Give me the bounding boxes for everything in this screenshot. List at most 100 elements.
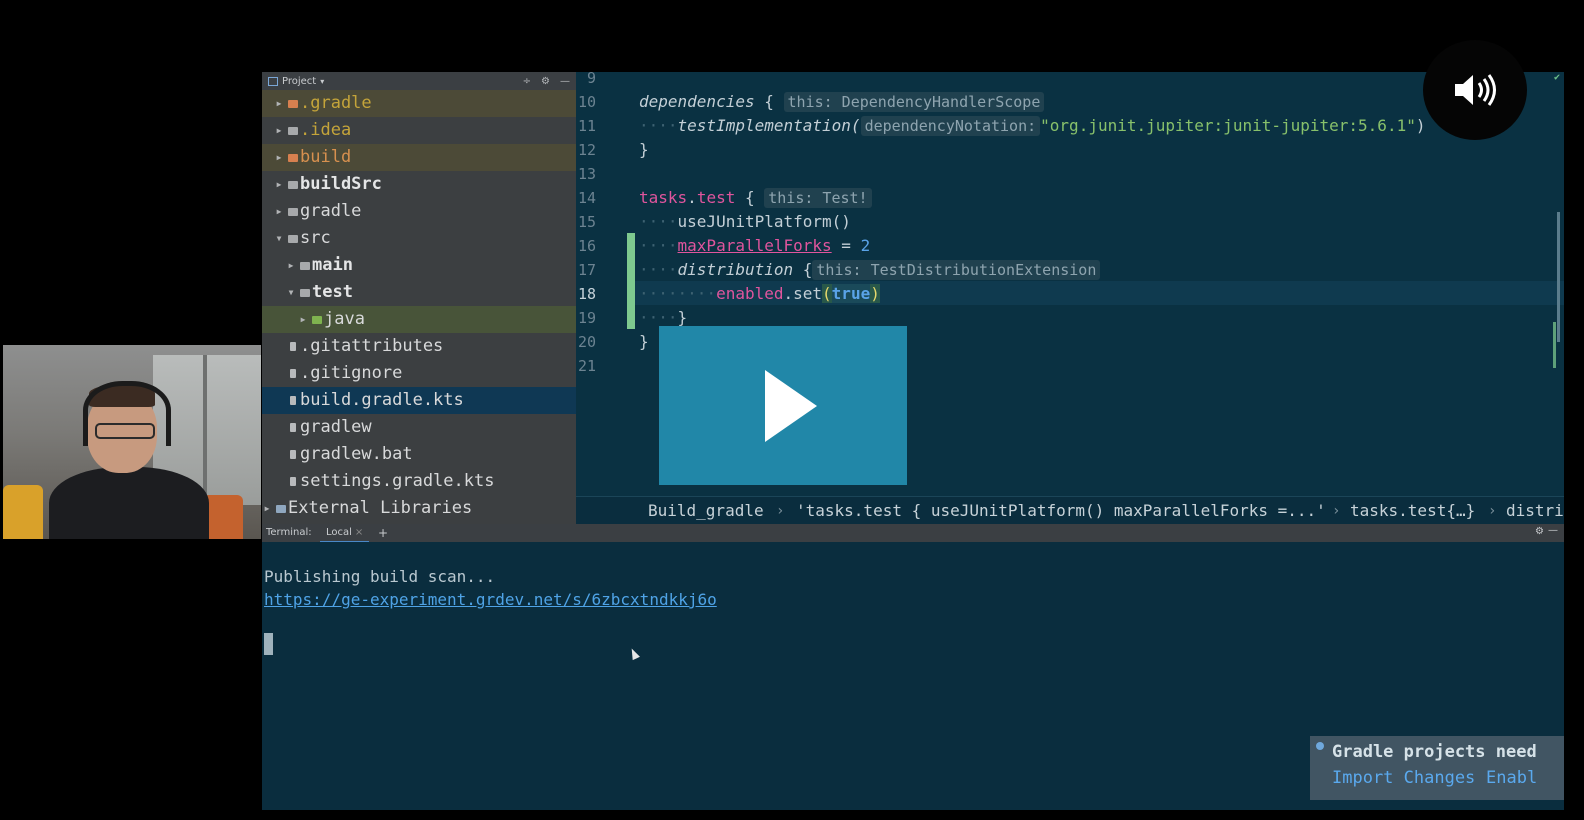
tree-item-label: build.gradle.kts: [300, 390, 464, 410]
minimize-icon[interactable]: —: [1548, 525, 1558, 536]
tree-item-gradlew[interactable]: gradlew: [262, 414, 576, 441]
line-number: 13: [577, 165, 596, 183]
inlay-hint: this: TestDistributionExtension: [812, 260, 1101, 280]
gear-icon[interactable]: ⚙: [1535, 526, 1544, 537]
tree-item-label: build: [300, 147, 352, 167]
tree-item-label: buildSrc: [300, 174, 382, 194]
chevron-right-icon[interactable]: ▶: [262, 495, 272, 522]
breadcrumb-item[interactable]: Build_gradle: [648, 497, 764, 525]
line-number: 17: [577, 261, 596, 279]
info-icon: [1316, 742, 1324, 750]
tree-item-buildsrc[interactable]: ▶ buildSrc: [262, 171, 576, 198]
chevron-right-icon[interactable]: ▶: [286, 252, 296, 279]
code-token: {: [735, 188, 755, 207]
tree-item-gitignore[interactable]: .gitignore: [262, 360, 576, 387]
gear-icon[interactable]: ⚙: [541, 76, 550, 87]
tree-item-gitattributes[interactable]: .gitattributes: [262, 333, 576, 360]
indent-guide: ········: [639, 284, 717, 303]
webcam-window-divider: [203, 355, 207, 505]
chevron-down-icon[interactable]: ▾: [320, 77, 324, 86]
add-tab-button[interactable]: +: [378, 526, 388, 540]
chevron-right-icon[interactable]: ▶: [274, 198, 284, 225]
tree-item-external-libraries[interactable]: ▶ External Libraries: [262, 495, 576, 522]
chevron-right-icon[interactable]: ▶: [274, 144, 284, 171]
breadcrumb-item[interactable]: distri: [1506, 497, 1564, 525]
code-line-17: ····distribution {this: TestDistribution…: [639, 258, 1101, 282]
test-source-folder-icon: [312, 316, 322, 324]
line-number: 12: [577, 141, 596, 159]
volume-button[interactable]: [1423, 40, 1527, 140]
file-icon: [290, 423, 296, 432]
chevron-down-icon[interactable]: ▼: [286, 279, 296, 306]
chevron-right-icon[interactable]: ▶: [274, 117, 284, 144]
code-keyword: true: [831, 284, 871, 303]
import-changes-link[interactable]: Import Changes: [1332, 768, 1475, 788]
collapse-all-icon[interactable]: ÷: [523, 76, 531, 87]
change-marker-stripe[interactable]: [1553, 322, 1556, 368]
library-icon: [276, 505, 286, 513]
tree-item-gradle[interactable]: ▶ gradle: [262, 198, 576, 225]
chevron-right-icon[interactable]: ▶: [274, 90, 284, 117]
breadcrumb-separator: ›: [1488, 503, 1497, 519]
webcam-chair-orange: [203, 495, 243, 539]
tree-item-build[interactable]: ▶ build: [262, 144, 576, 171]
code-token: ): [870, 284, 880, 303]
chevron-right-icon[interactable]: ▶: [274, 171, 284, 198]
folder-orange-icon: [288, 100, 298, 108]
file-icon: [290, 369, 296, 378]
line-number-gutter: 9 10 11 12 13 14 15 16 17 18 19 20 21: [576, 72, 630, 496]
chevron-right-icon[interactable]: ▶: [298, 306, 308, 333]
project-panel-title[interactable]: Project: [282, 76, 316, 87]
indent-guide: ····: [639, 260, 678, 279]
line-number: 19: [577, 309, 596, 327]
tree-item-src[interactable]: ▼ src: [262, 225, 576, 252]
code-token: ): [1415, 116, 1426, 135]
tree-item-label: test: [312, 282, 353, 302]
tree-item-java[interactable]: ▶ java: [262, 306, 576, 333]
breadcrumb-item[interactable]: tasks.test{…}: [1350, 497, 1475, 525]
line-number: 9: [586, 72, 596, 87]
tree-item-label: External Libraries: [288, 498, 473, 518]
code-token: maxParallelForks: [677, 236, 832, 255]
module-folder-icon: [288, 181, 298, 189]
gradle-file-icon: [290, 477, 296, 486]
notification-title: Gradle projects need: [1332, 742, 1537, 762]
folder-icon: [288, 235, 298, 243]
play-icon: [765, 370, 817, 442]
code-line-10: dependencies { this: DependencyHandlerSc…: [639, 90, 1045, 114]
line-number: 20: [577, 333, 596, 351]
tree-item-gradlew-bat[interactable]: gradlew.bat: [262, 441, 576, 468]
webcam-glasses: [95, 423, 155, 439]
project-tree: ▶ .gradle ▶ .idea ▶ build ▶ buildSrc ▶ g…: [262, 90, 576, 524]
tree-item-main[interactable]: ▶ main: [262, 252, 576, 279]
code-number: 2: [860, 236, 871, 255]
chevron-down-icon[interactable]: ▼: [274, 225, 284, 252]
folder-orange-icon: [288, 154, 298, 162]
terminal-title: Terminal:: [266, 527, 312, 538]
webcam-person-body: [49, 467, 209, 539]
tree-item-build-gradle-kts[interactable]: build.gradle.kts: [262, 387, 576, 414]
editor-scrollbar[interactable]: [1557, 212, 1560, 342]
tree-item-gradle-dir[interactable]: ▶ .gradle: [262, 90, 576, 117]
tree-item-label: gradlew.bat: [300, 444, 413, 464]
tree-item-settings-gradle-kts[interactable]: settings.gradle.kts: [262, 468, 576, 495]
play-button[interactable]: [659, 326, 907, 485]
code-token: .: [687, 188, 697, 207]
code-line-14: tasks.test { this: Test!: [639, 186, 872, 210]
inlay-hint: this: Test!: [764, 188, 872, 208]
breadcrumb-separator: ›: [1332, 503, 1341, 519]
build-scan-link[interactable]: https://ge-experiment.grdev.net/s/6zbcxt…: [264, 589, 717, 611]
tab-local[interactable]: Local ×: [320, 524, 370, 543]
inspection-ok-icon[interactable]: ✔: [1554, 72, 1560, 83]
tree-item-label: gradle: [300, 201, 362, 221]
line-number: 16: [577, 237, 596, 255]
code-line-11: ····testImplementation(dependencyNotatio…: [639, 114, 1425, 138]
close-icon[interactable]: ×: [355, 527, 363, 538]
tree-item-label: .gitignore: [300, 363, 403, 383]
vcs-change-marker[interactable]: [627, 233, 635, 329]
tree-item-idea[interactable]: ▶ .idea: [262, 117, 576, 144]
enable-auto-import-link[interactable]: Enabl: [1486, 768, 1537, 788]
line-number: 11: [577, 117, 596, 135]
breadcrumb-item[interactable]: 'tasks.test { useJUnitPlatform() maxPara…: [796, 497, 1326, 525]
tree-item-test[interactable]: ▼ test: [262, 279, 576, 306]
